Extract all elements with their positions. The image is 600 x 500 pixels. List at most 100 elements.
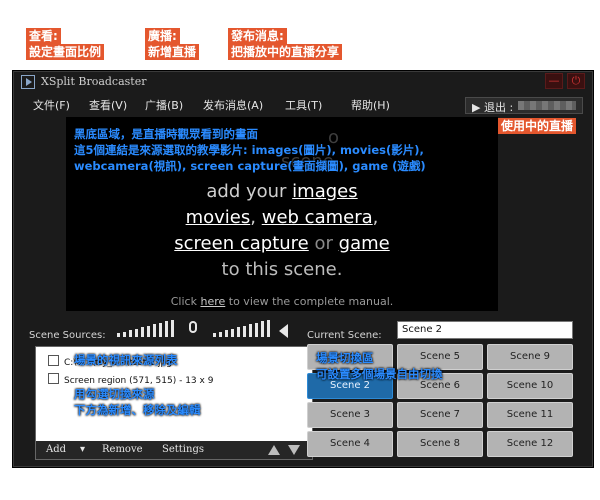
preview-line-1: add your images: [66, 181, 498, 202]
annotation-broadcast-title: 廣播:: [145, 28, 180, 44]
preview-note-line-2: 這5個連結是來源選取的教學影片: images(圖片), movies(影片),: [74, 143, 424, 157]
current-scene-label: Current Scene:: [307, 330, 382, 341]
minimize-button[interactable]: —: [545, 73, 563, 89]
preview-note-line-1: 黑底區域，是直播時觀眾看到的畫面: [74, 127, 258, 141]
xsplit-logo-icon: [21, 75, 35, 89]
volume-bar: [225, 330, 228, 337]
scene-button[interactable]: Scene 10: [487, 373, 573, 399]
remove-source-button[interactable]: Remove: [102, 444, 143, 455]
source-checkbox[interactable]: [48, 355, 59, 366]
menu-help[interactable]: 帮助(H): [351, 97, 390, 113]
scene-note-line-2: 可設置多個場景自由切換: [316, 367, 443, 381]
text-manual: to view the complete manual.: [228, 295, 394, 308]
mic-volume-slider[interactable]: [117, 319, 181, 337]
volume-bar: [153, 324, 156, 337]
volume-bar: [129, 330, 132, 337]
annotation-source-list: 場景的視訊來源列表: [74, 353, 178, 367]
scene-button[interactable]: Scene 9: [487, 344, 573, 370]
text-add-your: add your: [206, 181, 287, 202]
logout-label: ▶ 退出 :: [472, 101, 514, 114]
volume-bar: [171, 319, 174, 337]
annotation-publish-desc: 把播放中的直播分享: [228, 44, 343, 60]
speaker-volume-slider[interactable]: [213, 319, 277, 337]
volume-bar: [237, 327, 240, 337]
link-manual[interactable]: here: [200, 295, 225, 308]
logout-button[interactable]: ▶ 退出 :: [465, 97, 583, 114]
annotation-broadcast-desc: 新增直播: [145, 44, 200, 60]
annotation-publish: 發布消息: 把播放中的直播分享: [228, 28, 343, 60]
check-note-line-2: 下方為新增、移除及編輯: [74, 403, 201, 417]
title-bar: XSplit Broadcaster — ⏻: [13, 71, 593, 93]
menu-bar: 文件(F) 查看(V) 广播(B) 发布消息(A) 工具(T) 帮助(H) ▶ …: [13, 95, 593, 115]
link-screen-capture[interactable]: screen capture: [174, 233, 308, 254]
scene-button[interactable]: Scene 11: [487, 402, 573, 428]
text-click: Click: [170, 295, 197, 308]
preview-note-line-3: webcamera(視訊), screen capture(畫面擷圖), gam…: [74, 159, 426, 173]
move-down-icon[interactable]: [288, 445, 300, 455]
menu-file[interactable]: 文件(F): [33, 97, 70, 113]
volume-bar: [219, 331, 222, 337]
link-movies[interactable]: movies: [186, 207, 251, 228]
menu-tools[interactable]: 工具(T): [285, 97, 322, 113]
volume-bar: [159, 322, 162, 337]
source-toolbar: Add ▾ Remove Settings: [36, 441, 312, 459]
annotation-publish-title: 發布消息:: [228, 28, 287, 44]
volume-bar: [117, 333, 120, 337]
menu-view[interactable]: 查看(V): [89, 97, 127, 113]
annotation-preview-note: 黑底區域，是直播時觀眾看到的畫面 這5個連結是來源選取的教學影片: images…: [74, 126, 426, 174]
source-item-label: Screen region (571, 515) - 13 x 9: [64, 376, 214, 386]
preview-line-4: to this scene.: [221, 259, 343, 280]
scene-sources-label: Scene Sources:: [29, 330, 106, 341]
scene-button[interactable]: Scene 8: [397, 431, 483, 457]
preview-line-2: movies, web camera,: [66, 207, 498, 228]
volume-bar: [123, 331, 126, 337]
annotation-live: 使用中的直播: [498, 118, 577, 134]
menu-publish[interactable]: 发布消息(A): [203, 97, 263, 113]
annotation-view-desc: 設定畫面比例: [26, 44, 105, 60]
volume-bar: [243, 325, 246, 337]
link-web-camera[interactable]: web camera: [262, 207, 373, 228]
annotation-scene-note: 場景切換區 可設置多個場景自由切換: [316, 350, 443, 382]
scene-note-line-1: 場景切換區: [316, 351, 374, 365]
link-game[interactable]: game: [339, 233, 390, 254]
volume-bar: [147, 325, 150, 337]
sep-comma-2: ,: [372, 207, 379, 228]
source-checkbox[interactable]: [48, 373, 59, 384]
volume-bar: [267, 319, 270, 337]
microphone-icon[interactable]: [189, 321, 197, 333]
volume-bar: [141, 327, 144, 337]
move-up-icon[interactable]: [268, 445, 280, 455]
speaker-icon[interactable]: [279, 324, 288, 338]
source-item[interactable]: Screen region (571, 515) - 13 x 9: [48, 373, 213, 386]
scene-button[interactable]: Scene 3: [307, 402, 393, 428]
scene-button[interactable]: Scene 12: [487, 431, 573, 457]
scene-button[interactable]: Scene 4: [307, 431, 393, 457]
volume-bar: [255, 322, 258, 337]
volume-bar: [213, 333, 216, 337]
add-source-button[interactable]: Add: [46, 444, 66, 455]
annotation-view-title: 查看:: [26, 28, 61, 44]
annotation-view: 查看: 設定畫面比例: [26, 28, 105, 60]
text-or: or: [314, 233, 333, 254]
settings-source-button[interactable]: Settings: [162, 444, 204, 455]
volume-bar: [249, 324, 252, 337]
account-name-redacted: [518, 101, 576, 110]
link-images[interactable]: images: [292, 181, 357, 202]
annotation-live-text: 使用中的直播: [498, 118, 577, 134]
annotation-check-note: 用勾選切換來源 下方為新增、移除及編輯: [74, 386, 201, 418]
volume-bar: [135, 328, 138, 337]
volume-bar: [261, 321, 264, 337]
add-dropdown-icon[interactable]: ▾: [80, 444, 85, 455]
menu-broadcast[interactable]: 广播(B): [145, 97, 183, 113]
window-title: XSplit Broadcaster: [41, 75, 147, 88]
volume-bar: [165, 321, 168, 337]
annotation-broadcast: 廣播: 新增直播: [145, 28, 200, 60]
close-button[interactable]: ⏻: [567, 73, 585, 89]
manual-line: Click here to view the complete manual.: [66, 295, 498, 308]
volume-bar: [231, 328, 234, 337]
current-scene-input[interactable]: Scene 2: [397, 321, 573, 339]
scene-button[interactable]: Scene 7: [397, 402, 483, 428]
preview-line-3: screen capture or game: [66, 233, 498, 254]
check-note-line-1: 用勾選切換來源: [74, 387, 155, 401]
sep-comma-1: ,: [250, 207, 256, 228]
